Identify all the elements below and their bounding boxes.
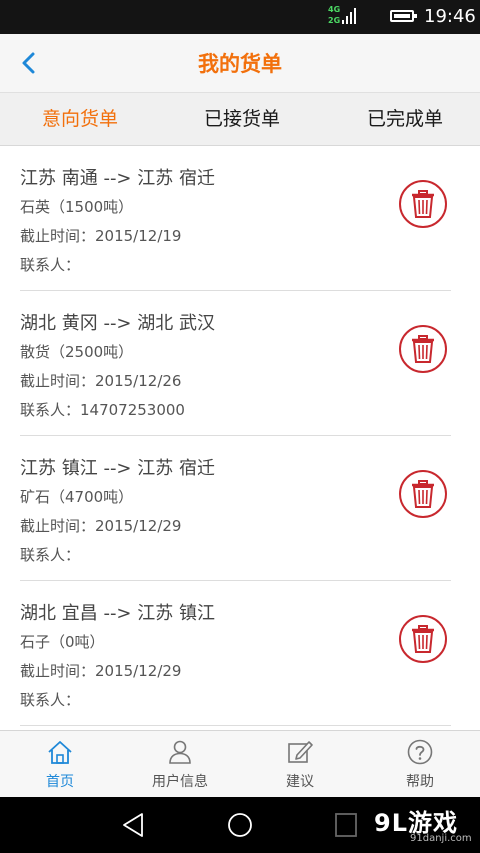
tab-intent-orders[interactable]: 意向货单	[0, 93, 160, 145]
list-item[interactable]: 江苏 镇江 --> 江苏 宿迁 矿石（4700吨） 截止时间：2015/12/2…	[20, 436, 451, 581]
order-cargo: 矿石（4700吨）	[20, 488, 134, 506]
page-title: 我的货单	[198, 52, 282, 76]
nav-home[interactable]: 首页	[0, 731, 120, 797]
network-indicator: 4G 2G	[328, 4, 356, 28]
trash-icon	[412, 480, 434, 508]
order-route: 湖北 黄冈 --> 湖北 武汉	[20, 313, 215, 334]
order-deadline: 截止时间：2015/12/29	[20, 662, 182, 680]
list-item[interactable]: 湖北 宜昌 --> 江苏 镇江 石子（0吨） 截止时间：2015/12/29 联…	[20, 581, 451, 726]
watermark-url: 91danji.com	[410, 833, 472, 844]
status-bar: 4G 2G 19:46	[0, 0, 480, 34]
tab-completed-orders[interactable]: 已完成单	[325, 93, 480, 145]
delete-order-button[interactable]	[399, 180, 447, 228]
order-tabs: 意向货单 已接货单 已完成单	[0, 92, 480, 146]
watermark: 9L游戏 91danji.com	[370, 803, 480, 849]
user-icon	[169, 740, 191, 764]
order-cargo: 石英（1500吨）	[20, 198, 134, 216]
nav-help-label: 帮助	[406, 774, 434, 790]
list-item[interactable]: 湖北 黄冈 --> 湖北 武汉 散货（2500吨） 截止时间：2015/12/2…	[20, 291, 451, 436]
recent-apps-icon[interactable]	[334, 812, 358, 838]
order-contact: 联系人：14707253000	[20, 401, 185, 419]
order-route: 江苏 镇江 --> 江苏 宿迁	[20, 458, 215, 479]
battery-icon	[390, 10, 417, 22]
delete-order-button[interactable]	[399, 325, 447, 373]
status-time: 19:46	[424, 6, 476, 27]
order-deadline: 截止时间：2015/12/29	[20, 517, 182, 535]
tab-accepted-orders[interactable]: 已接货单	[162, 93, 322, 145]
bottom-nav: 首页 用户信息 建议 帮助	[0, 730, 480, 797]
order-contact: 联系人：	[20, 256, 81, 274]
home-circle-icon[interactable]	[227, 812, 253, 838]
order-contact: 联系人：	[20, 546, 81, 564]
trash-icon	[412, 335, 434, 363]
nav-help[interactable]: 帮助	[360, 731, 480, 797]
nav-suggestion[interactable]: 建议	[240, 731, 360, 797]
order-cargo: 石子（0吨）	[20, 633, 105, 651]
nav-user-info[interactable]: 用户信息	[120, 731, 240, 797]
order-route: 江苏 南通 --> 江苏 宿迁	[20, 168, 215, 189]
edit-icon	[288, 741, 313, 763]
order-deadline: 截止时间：2015/12/26	[20, 372, 182, 390]
order-deadline: 截止时间：2015/12/19	[20, 227, 182, 245]
back-triangle-icon[interactable]	[121, 812, 145, 838]
help-icon	[407, 739, 433, 765]
home-icon	[48, 741, 72, 764]
title-bar: 我的货单	[0, 34, 480, 92]
nav-suggestion-label: 建议	[286, 774, 314, 790]
delete-order-button[interactable]	[399, 615, 447, 663]
order-cargo: 散货（2500吨）	[20, 343, 134, 361]
trash-icon	[412, 190, 434, 218]
nav-user-info-label: 用户信息	[152, 774, 208, 790]
nav-home-label: 首页	[46, 774, 74, 790]
order-contact: 联系人：	[20, 691, 81, 709]
order-list[interactable]: 江苏 南通 --> 江苏 宿迁 石英（1500吨） 截止时间：2015/12/1…	[0, 146, 480, 730]
list-item[interactable]: 江苏 南通 --> 江苏 宿迁 石英（1500吨） 截止时间：2015/12/1…	[20, 146, 451, 291]
order-route: 湖北 宜昌 --> 江苏 镇江	[20, 603, 215, 624]
trash-icon	[412, 625, 434, 653]
delete-order-button[interactable]	[399, 470, 447, 518]
signal-icon	[342, 8, 356, 24]
